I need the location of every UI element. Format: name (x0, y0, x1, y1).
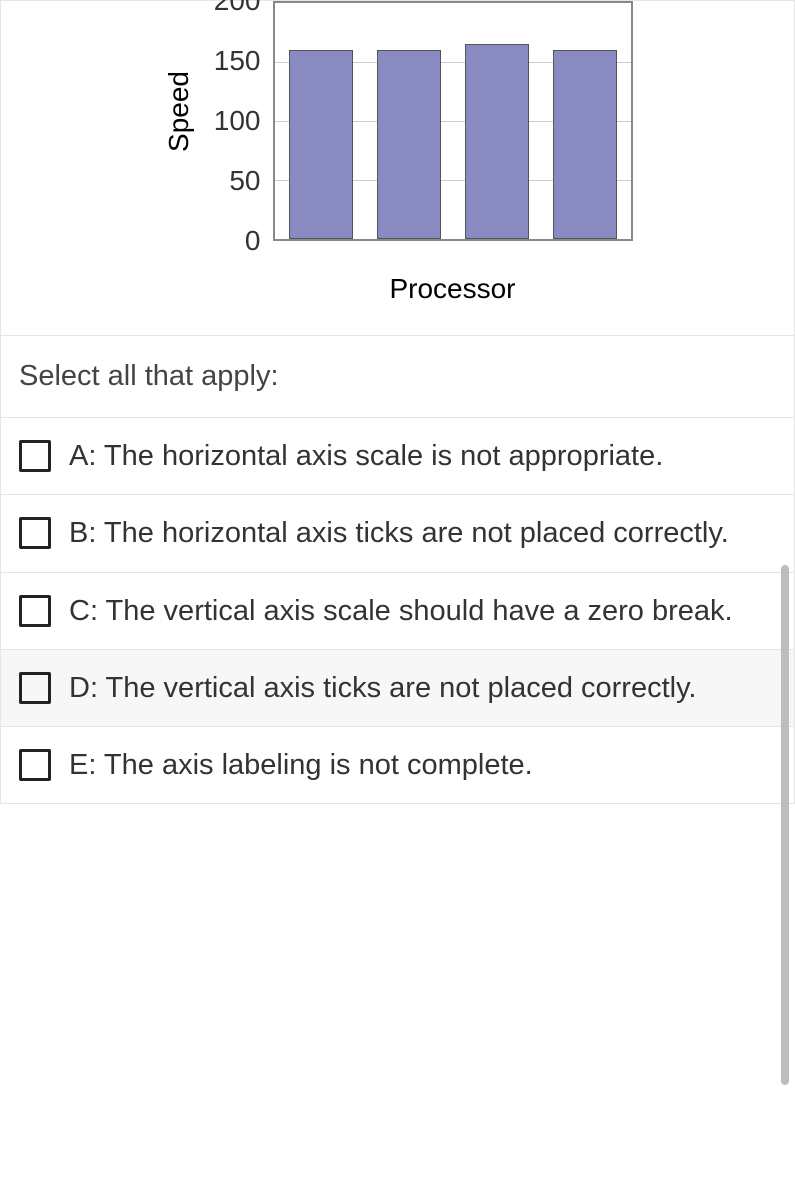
option-c[interactable]: C: The vertical axis scale should have a… (0, 573, 795, 650)
bar-2 (377, 50, 441, 239)
option-label: A: The horizontal axis scale is not appr… (69, 438, 703, 474)
x-axis-label: Processor (389, 273, 515, 305)
y-axis-ticks: 200 150 100 50 0 (201, 1, 261, 241)
checkbox-icon[interactable] (19, 517, 51, 549)
bars-container (275, 3, 631, 239)
option-label: C: The vertical axis scale should have a… (69, 593, 773, 629)
option-d[interactable]: D: The vertical axis ticks are not place… (0, 650, 795, 727)
bar-1 (289, 50, 353, 239)
checkbox-icon[interactable] (19, 672, 51, 704)
bar-3 (465, 44, 529, 239)
bar-4 (553, 50, 617, 239)
checkbox-icon[interactable] (19, 595, 51, 627)
ytick-150: 150 (214, 45, 261, 77)
option-label: B: The horizontal axis ticks are not pla… (69, 515, 769, 551)
option-a[interactable]: A: The horizontal axis scale is not appr… (0, 418, 795, 495)
option-label: E: The axis labeling is not complete. (69, 747, 573, 783)
option-b[interactable]: B: The horizontal axis ticks are not pla… (0, 495, 795, 572)
option-label: D: The vertical axis ticks are not place… (69, 670, 737, 706)
option-e[interactable]: E: The axis labeling is not complete. (0, 727, 795, 804)
chart-section: Speed 200 150 100 50 0 Processor (0, 0, 795, 335)
ytick-0: 0 (245, 225, 261, 257)
checkbox-icon[interactable] (19, 440, 51, 472)
scrollbar-thumb[interactable] (781, 565, 789, 1085)
checkbox-icon[interactable] (19, 749, 51, 781)
ytick-50: 50 (229, 165, 260, 197)
question-prompt: Select all that apply: (0, 335, 795, 418)
plot-area (273, 1, 633, 241)
chart-wrap: Speed 200 150 100 50 0 (163, 1, 633, 241)
ytick-200: 200 (214, 0, 261, 17)
ytick-100: 100 (214, 105, 261, 137)
y-axis-label: Speed (163, 71, 195, 152)
